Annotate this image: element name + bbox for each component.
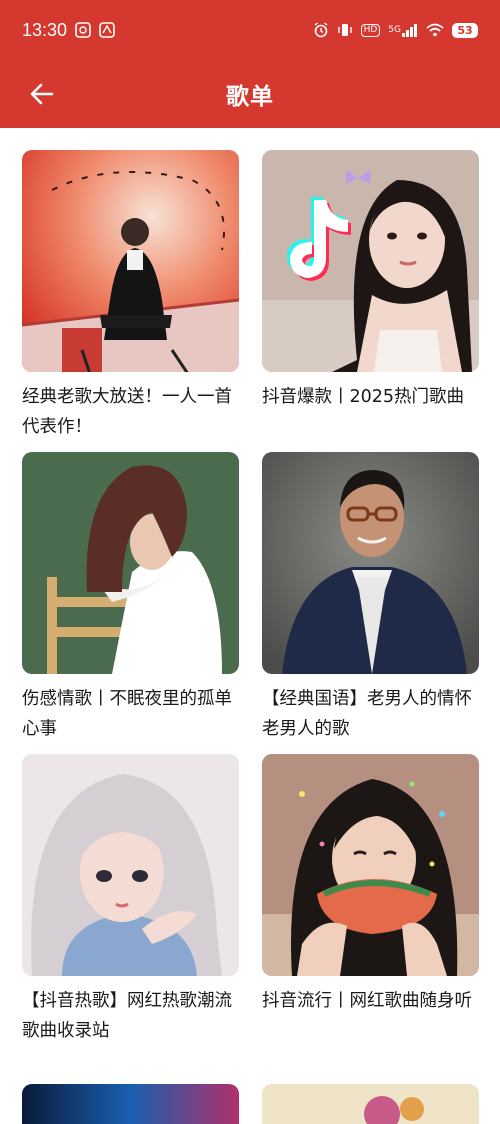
battery-indicator: 53 <box>452 22 478 38</box>
notification-app-icon-2 <box>99 22 115 38</box>
notification-app-icon <box>75 22 91 38</box>
playlist-cover-image <box>262 754 479 976</box>
playlist-card[interactable]: 抖音爆款丨2025热门歌曲 <box>262 150 479 444</box>
playlist-card-partial[interactable] <box>22 1084 239 1124</box>
network-type-label: 5G <box>388 25 401 35</box>
hd-badge: HD <box>360 23 381 37</box>
arrow-left-icon <box>30 83 54 105</box>
playlist-cover-image <box>262 1084 479 1124</box>
playlist-card[interactable]: 【经典国语】老男人的情怀老男人的歌 <box>262 452 479 746</box>
playlist-title: 【抖音热歌】网红热歌潮流歌曲收录站 <box>22 991 232 1041</box>
playlist-grid: 经典老歌大放送！一人一首代表作！ 抖音爆款丨2025热门歌曲 伤感情歌丨不眠夜里… <box>22 150 480 1048</box>
playlist-title: 伤感情歌丨不眠夜里的孤单心事 <box>22 689 232 739</box>
top-bar: 13:30 HD 5G 53 歌单 <box>0 0 500 128</box>
playlist-cover-image <box>22 150 239 372</box>
back-button[interactable] <box>22 74 62 114</box>
page-title: 歌单 <box>226 84 274 110</box>
playlist-cover-image <box>22 754 239 976</box>
playlist-title: 【经典国语】老男人的情怀老男人的歌 <box>262 689 472 739</box>
playlist-card[interactable]: 经典老歌大放送！一人一首代表作！ <box>22 150 239 444</box>
playlist-card-partial[interactable] <box>262 1084 479 1124</box>
playlist-cover-image <box>22 452 239 674</box>
alarm-icon <box>313 22 329 38</box>
playlist-cover-image <box>22 1084 239 1124</box>
playlist-card[interactable]: 伤感情歌丨不眠夜里的孤单心事 <box>22 452 239 746</box>
status-time: 13:30 <box>22 19 68 40</box>
cellular-signal-icon: 5G <box>388 23 418 37</box>
playlist-title: 抖音爆款丨2025热门歌曲 <box>262 387 465 407</box>
playlist-cover-image <box>262 150 479 372</box>
playlist-cover-image <box>262 452 479 674</box>
app-bar: 歌单 <box>0 60 500 128</box>
status-bar: 13:30 HD 5G 53 <box>0 0 500 60</box>
playlist-title: 经典老歌大放送！一人一首代表作！ <box>22 387 232 437</box>
vibrate-icon <box>337 22 353 38</box>
playlist-card[interactable]: 抖音流行丨网红歌曲随身听 <box>262 754 479 1048</box>
playlist-title: 抖音流行丨网红歌曲随身听 <box>262 991 472 1011</box>
wifi-icon <box>426 23 444 37</box>
playlist-card[interactable]: 【抖音热歌】网红热歌潮流歌曲收录站 <box>22 754 239 1048</box>
